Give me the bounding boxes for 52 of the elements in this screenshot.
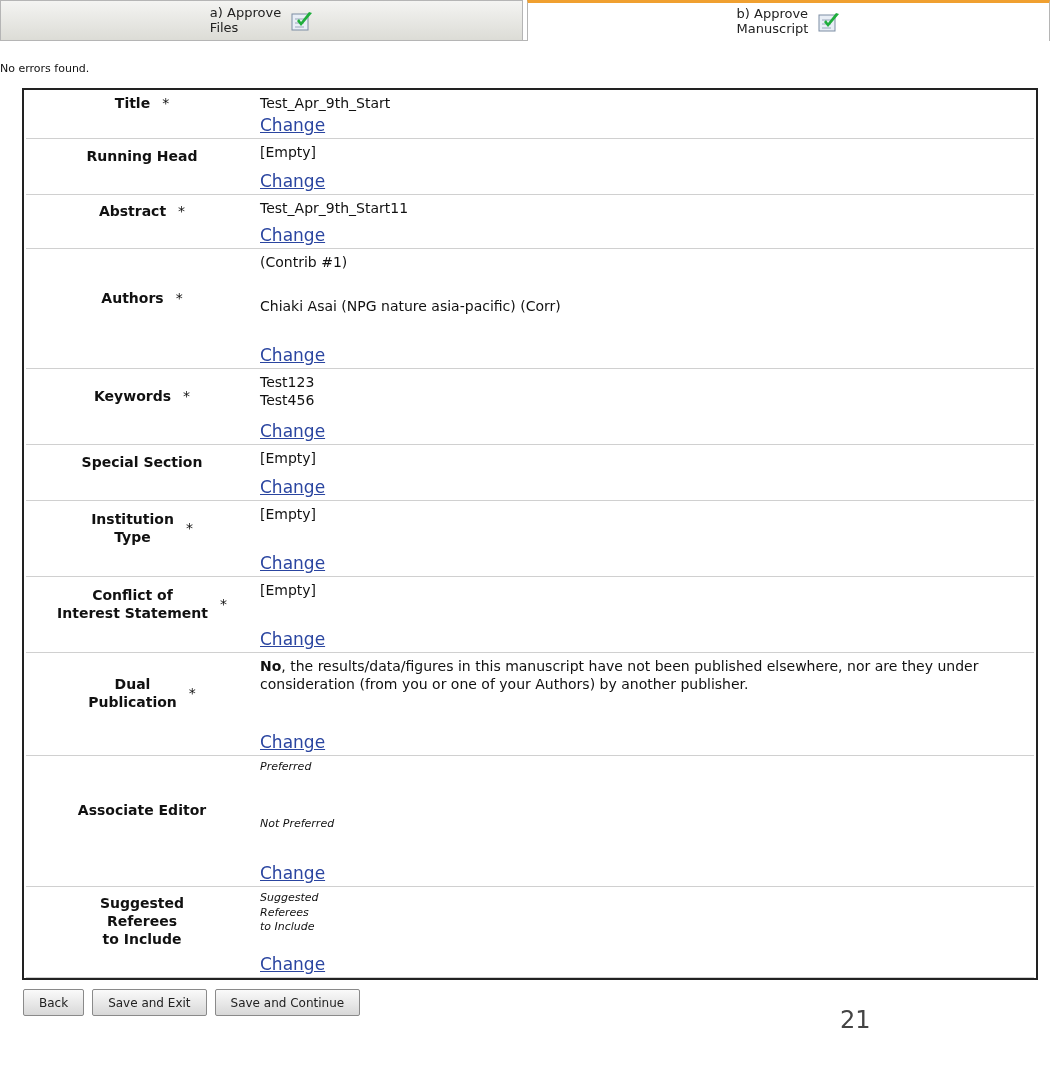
- change-link[interactable]: Change: [260, 552, 326, 575]
- field-label: Special Section: [81, 452, 203, 471]
- field-note: Preferred: [260, 760, 312, 775]
- form-button[interactable]: Save and Continue: [214, 989, 361, 1017]
- required-mark: *: [183, 387, 190, 404]
- change-link[interactable]: Change: [260, 731, 326, 754]
- field-value: Test123: [260, 373, 315, 392]
- field-label: Dual Publication: [88, 675, 177, 712]
- tab[interactable]: a) Approve Files: [0, 0, 523, 40]
- required-mark: *: [185, 519, 193, 536]
- change-link[interactable]: Change: [260, 953, 326, 976]
- required-mark: *: [178, 202, 186, 219]
- checklist-icon: [291, 10, 314, 31]
- field-value: Chiaki Asai (NPG nature asia-pacific) (Corr): [260, 297, 561, 316]
- required-mark: *: [188, 685, 196, 702]
- change-link[interactable]: Change: [260, 420, 326, 443]
- required-mark: *: [175, 289, 183, 306]
- change-link[interactable]: Change: [260, 344, 326, 367]
- field-value: [Empty]: [260, 505, 317, 524]
- field-label: Title: [114, 94, 151, 113]
- field-value: Test_Apr_9th_Start: [260, 94, 391, 113]
- field-label: Abstract: [98, 201, 167, 220]
- field-value: Test_Apr_9th_Start11: [260, 199, 409, 218]
- field-label: Associate Editor: [77, 801, 207, 820]
- field-value: [Empty]: [260, 449, 317, 468]
- change-link[interactable]: Change: [260, 862, 326, 885]
- field-value: [Empty]: [260, 143, 317, 162]
- form-button[interactable]: Save and Exit: [92, 989, 207, 1017]
- field-label: Running Head: [86, 146, 198, 165]
- field-label: Keywords: [93, 386, 171, 405]
- change-link[interactable]: Change: [260, 224, 326, 247]
- field-label: Conflict of Interest Statement: [57, 585, 208, 622]
- change-link[interactable]: Change: [260, 170, 326, 193]
- field-label: Authors: [101, 288, 164, 307]
- change-link[interactable]: Change: [260, 628, 326, 651]
- checklist-icon: [818, 12, 841, 32]
- field-label: Suggested Referees to Include: [99, 894, 185, 949]
- form-button[interactable]: Back: [23, 989, 85, 1017]
- status-message: No errors found.: [0, 62, 90, 75]
- field-value: No, the results/data/figures in this manuscript have not been published elsewhere, nor are they under consideration (from you or one of your Authors) by another publisher.: [260, 657, 980, 694]
- field-value: [Empty]: [260, 581, 317, 600]
- field-label: Institution Type: [91, 509, 174, 546]
- change-link[interactable]: Change: [260, 114, 326, 137]
- page-number: 21: [840, 1006, 871, 1030]
- field-note: Not Preferred: [260, 816, 335, 831]
- tab[interactable]: b) Approve Manuscript: [527, 0, 1050, 41]
- field-note: Suggested Referees to Include: [260, 891, 319, 935]
- field-value: (Contrib #1): [260, 253, 348, 272]
- change-link[interactable]: Change: [260, 476, 326, 499]
- required-mark: *: [219, 595, 227, 612]
- required-mark: *: [162, 95, 170, 112]
- field-value: Test456: [260, 391, 315, 410]
